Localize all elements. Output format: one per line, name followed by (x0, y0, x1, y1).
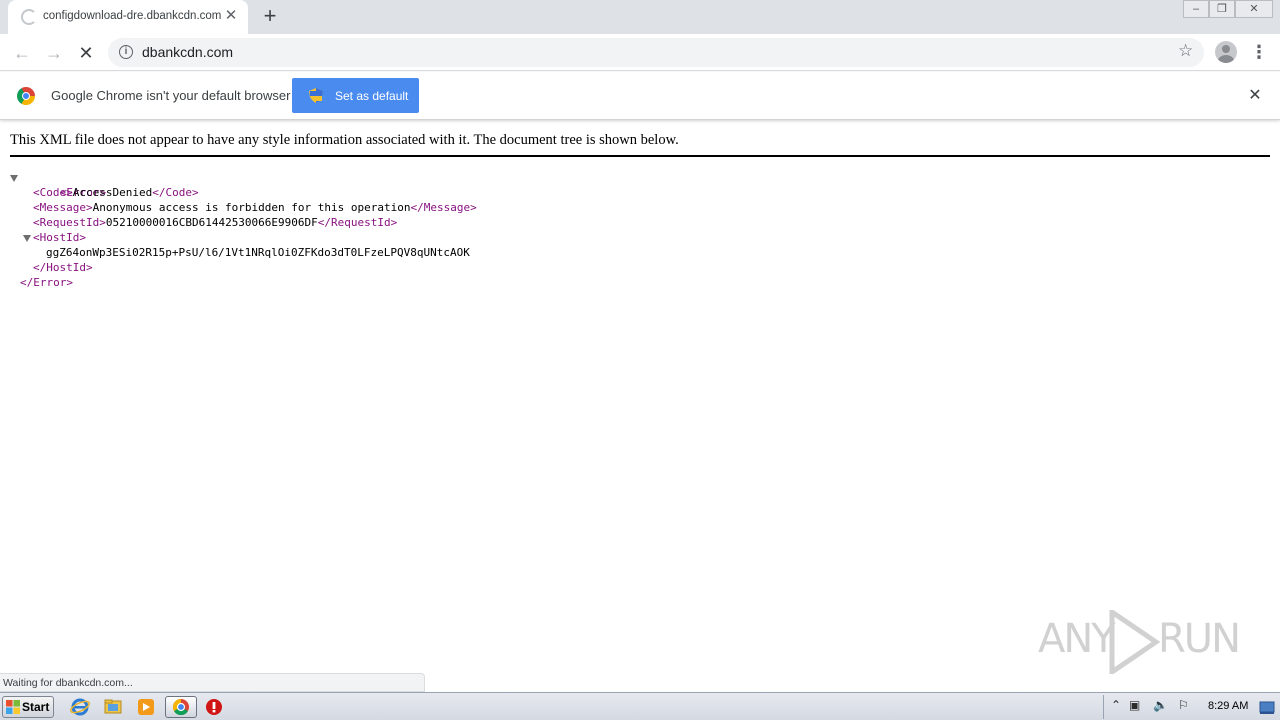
clock[interactable]: 8:29 AM (1208, 700, 1248, 712)
infobar-message: Google Chrome isn't your default browser (51, 88, 291, 103)
error-close-line: </Error> (20, 275, 73, 290)
code-line: <Code>AccessDenied</Code> (33, 185, 199, 200)
watermark-right-text: RUN (1158, 616, 1241, 662)
hostid-collapse-toggle[interactable] (23, 235, 31, 242)
tab-title: configdownload-dre.dbankcdn.com (43, 10, 222, 22)
media-player-icon[interactable] (132, 696, 160, 718)
message-close-tag: </Message> (410, 201, 477, 214)
default-browser-infobar: Google Chrome isn't your default browser… (0, 72, 1280, 120)
error-collapse-toggle[interactable] (10, 175, 18, 182)
status-bubble: Waiting for dbankcdn.com... (0, 673, 425, 692)
show-desktop-button[interactable] (1258, 697, 1276, 717)
message-line: <Message>Anonymous access is forbidden f… (33, 200, 477, 215)
loading-spinner-icon (21, 9, 37, 25)
status-text: Waiting for dbankcdn.com... (3, 677, 133, 689)
watermark-left-text: ANY (1038, 616, 1116, 662)
error-open-line: <Error> (20, 170, 106, 199)
hostid-value-line: ggZ64onWp3ESi02R15p+PsU/l6/1Vt1NRqlOi0ZF… (46, 245, 470, 260)
internet-explorer-icon[interactable] (66, 696, 94, 718)
tab-active[interactable]: configdownload-dre.dbankcdn.com ✕ (8, 0, 248, 34)
action-center-flag-icon[interactable]: ⚐ (1178, 698, 1189, 712)
set-as-default-button[interactable]: Set as default (292, 78, 419, 113)
hostid-close-line: </HostId> (33, 260, 93, 275)
profile-body (1218, 55, 1234, 63)
hostid-open-tag: <HostId> (33, 231, 86, 244)
menu-icon[interactable]: ⋮ (1250, 41, 1268, 63)
chrome-icon[interactable] (165, 696, 197, 718)
show-hidden-icons-icon[interactable]: ⌃ (1111, 698, 1121, 712)
chrome-logo-icon (17, 87, 35, 105)
minimize-button[interactable]: – (1183, 0, 1209, 18)
address-bar[interactable]: i dbankcdn.com ☆ (108, 38, 1204, 67)
new-tab-button[interactable]: + (258, 5, 282, 29)
network-icon[interactable]: ▣ (1129, 698, 1140, 712)
error-close-tag: </Error> (20, 276, 73, 289)
anyrun-watermark: ANY RUN (1038, 610, 1241, 674)
start-label: Start (22, 700, 50, 714)
message-open-tag: <Message> (33, 201, 93, 214)
back-button[interactable]: ← (10, 41, 34, 65)
tab-close-icon[interactable]: ✕ (223, 8, 239, 24)
url-text[interactable]: dbankcdn.com (142, 44, 233, 60)
profile-head (1222, 45, 1230, 53)
requestid-close-tag: </RequestId> (317, 216, 398, 229)
code-close-tag: </Code> (152, 186, 199, 199)
requestid-value: 05210000016CBD61442530066E9906DF (105, 216, 318, 229)
volume-icon[interactable]: 🔈 (1153, 698, 1168, 712)
maximize-button[interactable]: ❐ (1209, 0, 1235, 18)
hostid-open-line: <HostId> (33, 230, 86, 245)
window-close-button[interactable]: ✕ (1235, 0, 1273, 18)
tray-separator (1103, 695, 1104, 719)
tab-strip: configdownload-dre.dbankcdn.com ✕ + – ❐ … (0, 0, 1280, 34)
info-icon[interactable]: i (119, 45, 133, 59)
hostid-value: ggZ64onWp3ESi02R15p+PsU/l6/1Vt1NRqlOi0ZF… (46, 246, 470, 259)
start-button[interactable]: Start (2, 696, 54, 718)
profile-icon[interactable] (1215, 41, 1237, 63)
screen: configdownload-dre.dbankcdn.com ✕ + – ❐ … (0, 0, 1280, 720)
forward-button[interactable]: → (42, 41, 66, 65)
explorer-folder-icon[interactable] (99, 696, 127, 718)
hostid-close-tag: </HostId> (33, 261, 93, 274)
stop-loading-button[interactable]: ✕ (74, 41, 98, 65)
set-as-default-label: Set as default (335, 89, 409, 103)
code-open-tag: <Code> (33, 186, 73, 199)
taskbar: Start ⌃ ▣ 🔈 ⚐ 8:29 AM (0, 692, 1280, 720)
requestid-open-tag: <RequestId> (33, 216, 106, 229)
browser-toolbar: ← → ✕ i dbankcdn.com ☆ ⋮ (0, 34, 1280, 71)
infobar-close-icon[interactable]: ✕ (1246, 87, 1264, 105)
star-icon[interactable]: ☆ (1178, 41, 1193, 61)
code-value: AccessDenied (72, 186, 153, 199)
windows-flag-icon (6, 700, 20, 714)
xml-notice: This XML file does not appear to have an… (10, 131, 1270, 157)
xml-notice-text: This XML file does not appear to have an… (10, 132, 679, 148)
requestid-line: <RequestId>05210000016CBD61442530066E990… (33, 215, 397, 230)
shield-icon (309, 88, 323, 103)
watermark-play-icon (1109, 610, 1160, 674)
opera-icon[interactable] (200, 696, 228, 718)
message-value: Anonymous access is forbidden for this o… (92, 201, 411, 214)
